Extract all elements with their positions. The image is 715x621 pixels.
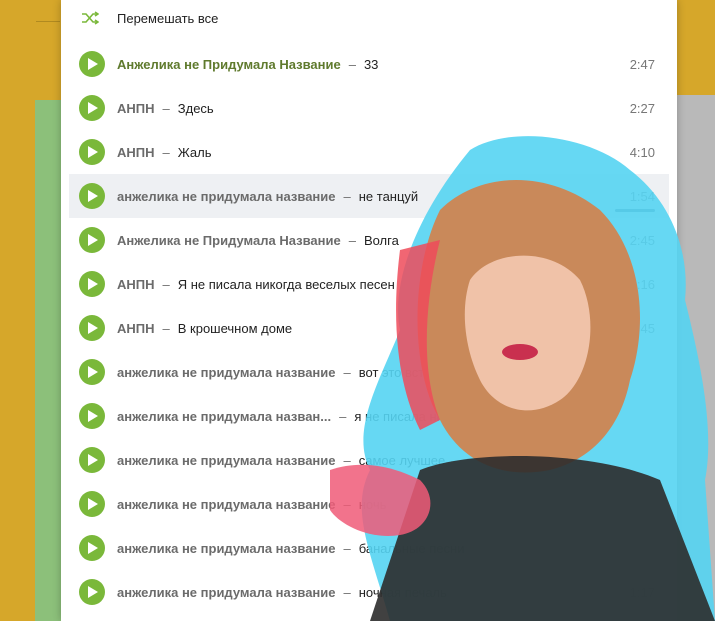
track-artist[interactable]: анжелика не придумала название	[117, 541, 336, 556]
track-separator: –	[343, 540, 351, 556]
track-row[interactable]: Анжелика не Придумала Название – Волга 2:45	[61, 218, 677, 262]
track-separator: –	[343, 364, 351, 380]
track-separator: –	[343, 584, 351, 600]
play-icon[interactable]	[79, 95, 105, 121]
track-title[interactable]: вот это встре	[359, 365, 439, 380]
play-icon[interactable]	[79, 183, 105, 209]
track-title[interactable]: Я не писала никогда веселых песен	[178, 277, 395, 292]
track-separator: –	[348, 56, 356, 72]
play-icon[interactable]	[79, 447, 105, 473]
track-title[interactable]: ночь	[359, 497, 387, 512]
track-artist[interactable]: Анжелика не Придумала Название	[117, 57, 341, 72]
track-title[interactable]: Здесь	[178, 101, 214, 116]
play-icon[interactable]	[79, 491, 105, 517]
track-separator: –	[162, 276, 170, 292]
track-row[interactable]: анжелика не придумала название – ночная пе…	[61, 570, 677, 614]
track-title[interactable]: 33	[364, 57, 378, 72]
track-row[interactable]: анжелика не придумала название – ночь	[61, 482, 677, 526]
track-duration: 1:54	[629, 188, 655, 204]
track-row[interactable]: АНПН – Здесь 2:27	[61, 86, 677, 130]
track-title[interactable]: банальные песни	[359, 541, 465, 556]
track-duration: 2:45	[629, 320, 655, 336]
track-row[interactable]: анжелика не придумала название – не танцуй…	[69, 174, 669, 218]
play-icon[interactable]	[79, 535, 105, 561]
track-duration: 4:10	[629, 144, 655, 160]
play-icon[interactable]	[79, 51, 105, 77]
track-row[interactable]: АНПН – Жаль 4:10	[61, 130, 677, 174]
track-title[interactable]: самое лучшее	[359, 453, 446, 468]
track-separator: –	[162, 100, 170, 116]
track-separator: –	[162, 144, 170, 160]
track-artist[interactable]: АНПН	[117, 277, 155, 292]
track-artist[interactable]: анжелика не придумала название	[117, 497, 336, 512]
track-separator: –	[162, 320, 170, 336]
track-duration: 4:16	[629, 276, 655, 292]
background-line	[36, 21, 60, 22]
play-icon[interactable]	[79, 139, 105, 165]
play-icon[interactable]	[79, 227, 105, 253]
track-separator: –	[343, 452, 351, 468]
track-duration: 2:27	[629, 100, 655, 116]
track-artist[interactable]: анжелика не придумала название	[117, 189, 336, 204]
track-artist[interactable]: АНПН	[117, 321, 155, 336]
track-separator: –	[348, 232, 356, 248]
track-separator: –	[339, 408, 347, 424]
track-artist[interactable]: анжелика не придумала название	[117, 585, 336, 600]
track-duration: 1:17	[629, 584, 655, 600]
track-title[interactable]: В крошечном доме	[178, 321, 292, 336]
shuffle-icon	[82, 11, 99, 25]
track-progress-bar[interactable]	[615, 209, 655, 212]
track-row[interactable]: АНПН – В крошечном доме 2:45	[61, 306, 677, 350]
track-artist[interactable]: анжелика не придумала название	[117, 453, 336, 468]
track-row[interactable]: Анжелика не Придумала Название –33 2:47	[61, 42, 677, 86]
shuffle-label: Перемешать все	[117, 10, 219, 26]
shuffle-all-button[interactable]: Перемешать все	[61, 0, 677, 36]
track-artist[interactable]: анжелика не придумала название	[117, 365, 336, 380]
track-artist[interactable]: АНПН	[117, 101, 155, 116]
play-icon[interactable]	[79, 403, 105, 429]
audio-list-panel: Перемешать все Анжелика не Придумала Наз…	[61, 0, 677, 621]
track-title[interactable]: не танцуй	[359, 189, 418, 204]
track-title[interactable]: ночная печаль	[359, 585, 447, 600]
play-icon[interactable]	[79, 359, 105, 385]
track-row[interactable]: АНПН – Я не писала никогда веселых песен 4:…	[61, 262, 677, 306]
play-icon[interactable]	[79, 579, 105, 605]
track-duration: 2:45	[629, 232, 655, 248]
play-icon[interactable]	[79, 315, 105, 341]
track-separator: –	[343, 496, 351, 512]
track-duration: 2:47	[629, 56, 655, 72]
play-icon[interactable]	[79, 271, 105, 297]
track-title[interactable]: Волга	[364, 233, 399, 248]
background-panel-gray	[675, 95, 715, 621]
track-row[interactable]: анжелика не придумала название – самое луч…	[61, 438, 677, 482]
track-title[interactable]: я не писала никогда веселых пес	[354, 409, 554, 424]
track-row[interactable]: анжелика не придумала название – вот это в…	[61, 350, 677, 394]
track-artist[interactable]: АНПН	[117, 145, 155, 160]
track-row[interactable]: анжелика не придумала название – банальные…	[61, 526, 677, 570]
track-artist[interactable]: Анжелика не Придумала Название	[117, 233, 341, 248]
track-title[interactable]: Жаль	[178, 145, 212, 160]
track-separator: –	[343, 188, 351, 204]
track-row[interactable]: анжелика не придумала назван... – я не пис…	[61, 394, 677, 438]
track-artist[interactable]: анжелика не придумала назван...	[117, 409, 331, 424]
